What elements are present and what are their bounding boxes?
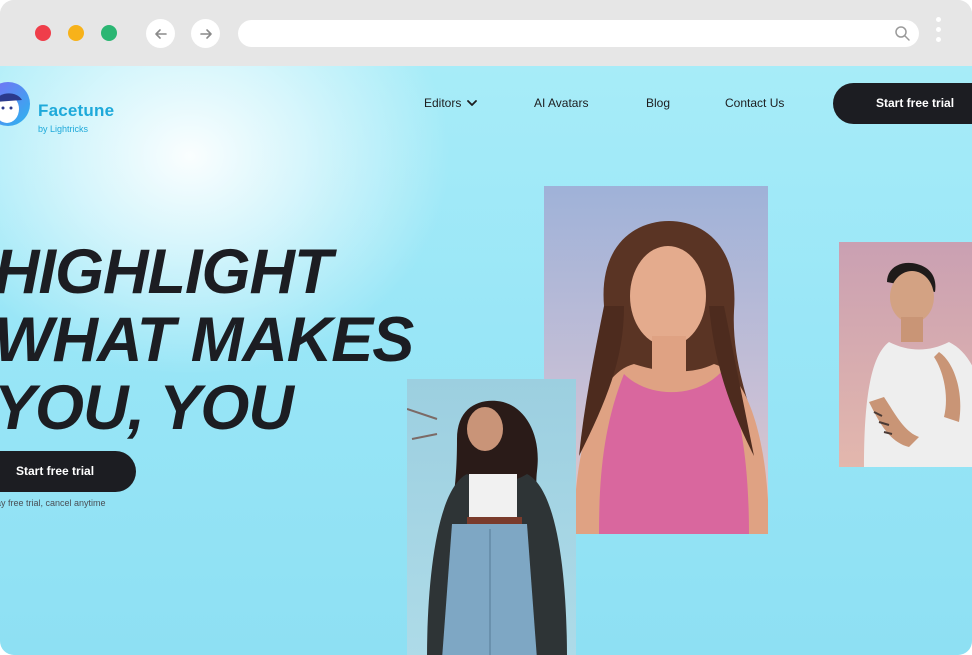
header-start-free-trial-button[interactable]: Start free trial xyxy=(833,83,972,124)
facetune-logo-icon xyxy=(0,82,30,126)
kebab-menu-icon[interactable] xyxy=(933,17,943,49)
search-icon[interactable] xyxy=(894,25,911,42)
browser-toolbar xyxy=(0,0,972,66)
address-bar[interactable] xyxy=(238,20,919,47)
nav-editors[interactable]: Editors xyxy=(424,96,478,110)
nav-contact-us[interactable]: Contact Us xyxy=(725,96,784,110)
chevron-down-icon xyxy=(467,100,478,106)
back-button[interactable] xyxy=(146,19,175,48)
nav-ai-avatars[interactable]: AI Avatars xyxy=(534,96,588,110)
hero-start-free-trial-button[interactable]: Start free trial xyxy=(0,451,136,492)
hero-headline: HIGHLIGHT WHAT MAKES YOU, YOU xyxy=(0,237,414,443)
minimize-window-button[interactable] xyxy=(68,25,84,41)
portrait-man-white-tee xyxy=(839,242,972,467)
arrow-left-icon xyxy=(154,28,167,39)
forward-button[interactable] xyxy=(191,19,220,48)
trial-fine-print: ay free trial, cancel anytime xyxy=(0,498,106,508)
close-window-button[interactable] xyxy=(35,25,51,41)
headline-line-3: YOU, YOU xyxy=(0,373,294,443)
headline-line-2: WHAT MAKES xyxy=(0,305,414,375)
portrait-woman-pink-top xyxy=(544,186,768,534)
browser-window: Facetune by Lightricks Editors AI Avatar… xyxy=(0,0,972,655)
brand-tagline: by Lightricks xyxy=(38,124,89,134)
maximize-window-button[interactable] xyxy=(101,25,117,41)
portrait-woman-denim xyxy=(407,379,576,655)
nav-editors-label: Editors xyxy=(424,96,462,110)
arrow-right-icon xyxy=(199,28,212,39)
page-content: Facetune by Lightricks Editors AI Avatar… xyxy=(0,66,972,655)
nav-blog[interactable]: Blog xyxy=(646,96,670,110)
facetune-logo[interactable]: Facetune by Lightricks xyxy=(0,78,130,134)
brand-name: Facetune xyxy=(38,101,115,120)
headline-line-1: HIGHLIGHT xyxy=(0,237,332,307)
